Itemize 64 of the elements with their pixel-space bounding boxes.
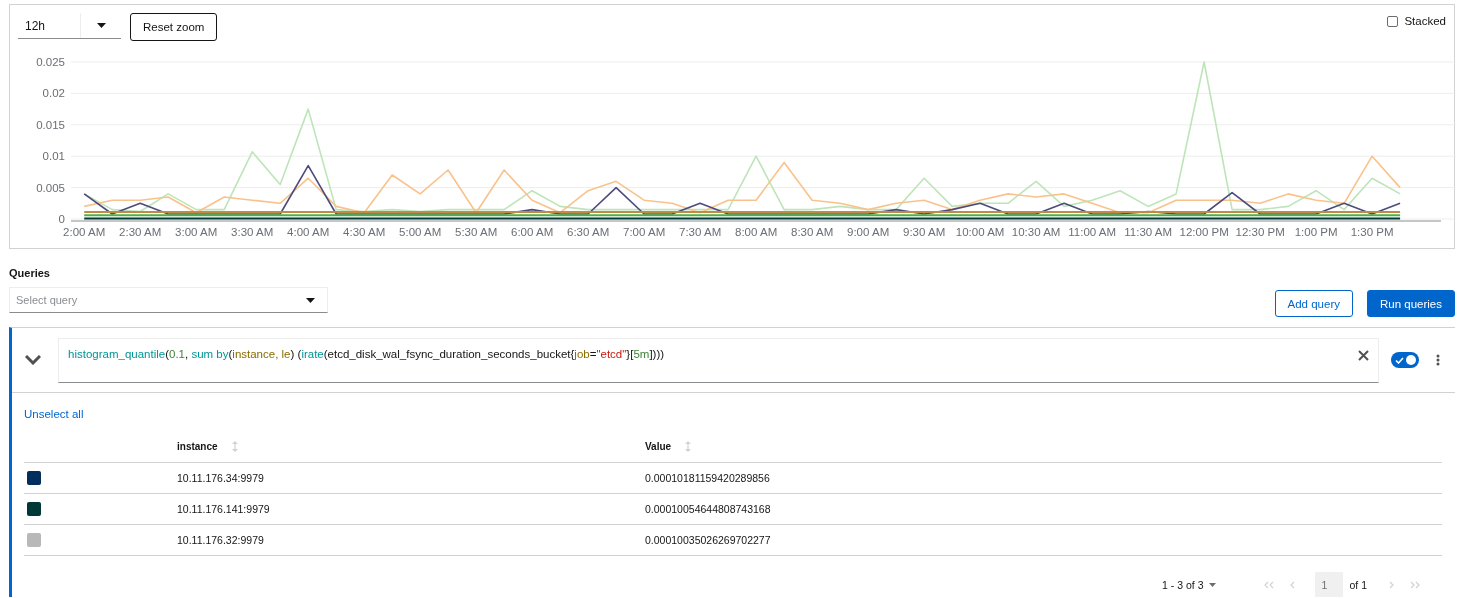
x-tick-label: 8:00 AM [735, 226, 778, 238]
queries-heading: Queries [9, 267, 51, 279]
x-tick-label: 11:30 AM [1124, 226, 1172, 238]
x-tick-label: 7:30 AM [679, 226, 722, 238]
caret-icon [1209, 582, 1217, 587]
y-tick-label: 0.01 [42, 150, 65, 163]
x-tick-label: 8:30 AM [791, 226, 834, 238]
page-count: of 1 [1349, 578, 1367, 591]
table-cell: 0.00010054644808743168 [645, 503, 771, 515]
table-cell: 10.11.176.141:9979 [177, 503, 270, 515]
table-cell: 10.11.176.34:9979 [177, 472, 264, 484]
y-tick-label: 0.025 [36, 56, 65, 68]
query-toggle-switch[interactable] [1391, 352, 1419, 368]
table-cell: 0.00010035026269702277 [645, 534, 771, 546]
series-color-swatch[interactable] [27, 502, 41, 516]
x-tick-label: 10:30 AM [1011, 226, 1061, 238]
unselect-all-link[interactable]: Unselect all [24, 408, 84, 420]
stacked-label: Stacked [1404, 15, 1446, 27]
x-tick-label: 9:30 AM [903, 226, 946, 238]
x-tick-label: 12:30 PM [1235, 226, 1285, 238]
sort-icon[interactable] [231, 441, 238, 452]
x-tick-label: 6:30 AM [567, 226, 610, 238]
x-tick-label: 3:30 AM [231, 226, 274, 238]
x-tick-label: 5:00 AM [399, 226, 442, 238]
query-input-field[interactable]: histogram_quantile(0.1, sum by(instance, le) (irate(etcd_disk_wal_fsync_duration_seconds_bucket{job="etcd"}[5m]))) [58, 337, 1379, 383]
close-icon[interactable] [1358, 349, 1369, 361]
check-icon [1395, 356, 1404, 364]
page-number-field[interactable]: 1 [1315, 572, 1344, 597]
y-tick-label: 0.015 [36, 118, 65, 131]
x-tick-label: 2:00 AM [63, 226, 106, 238]
x-tick-label: 10:00 AM [955, 226, 1005, 238]
column-header[interactable]: instance [177, 441, 218, 452]
x-tick-label: 6:00 AM [511, 226, 554, 238]
x-tick-label: 9:00 AM [847, 226, 890, 238]
y-tick-label: 0.02 [42, 87, 65, 100]
sort-icon[interactable] [685, 441, 692, 452]
x-tick-label: 4:30 AM [343, 226, 386, 238]
x-tick-label: 12:00 PM [1179, 226, 1229, 238]
time-range-dropdown[interactable]: 12h [18, 13, 121, 39]
x-tick-label: 7:00 AM [623, 226, 666, 238]
x-tick-label: 2:30 AM [119, 226, 162, 238]
x-tick-label: 1:00 PM [1294, 226, 1338, 238]
column-header[interactable]: Value [645, 441, 672, 452]
x-tick-label: 4:00 AM [287, 226, 330, 238]
table-cell: 10.11.176.32:9979 [177, 534, 264, 546]
caret-icon [306, 297, 315, 303]
y-tick-label: 0 [58, 213, 65, 225]
x-tick-label: 5:30 AM [455, 226, 498, 238]
table-cell: 0.00010181159420289856 [645, 472, 770, 484]
add-query-button[interactable]: Add query [1274, 290, 1353, 317]
series-color-swatch[interactable] [27, 471, 41, 485]
select-query-dropdown[interactable]: Select query [9, 287, 328, 313]
x-tick-label: 3:00 AM [175, 226, 218, 238]
stacked-checkbox[interactable] [1387, 15, 1399, 27]
reset-zoom-button[interactable]: Reset zoom [130, 13, 218, 41]
x-tick-label: 11:00 AM [1068, 226, 1116, 238]
kebab-menu-icon[interactable] [1436, 354, 1440, 366]
per-page-dropdown[interactable]: 1 - 3 of 3 [1162, 578, 1217, 591]
caret-icon [96, 23, 106, 28]
x-tick-label: 1:30 PM [1350, 226, 1394, 238]
chevron-icon[interactable] [25, 355, 41, 365]
y-tick-label: 0.005 [36, 181, 65, 194]
run-queries-button[interactable]: Run queries [1367, 290, 1455, 317]
series-color-swatch[interactable] [27, 533, 41, 547]
